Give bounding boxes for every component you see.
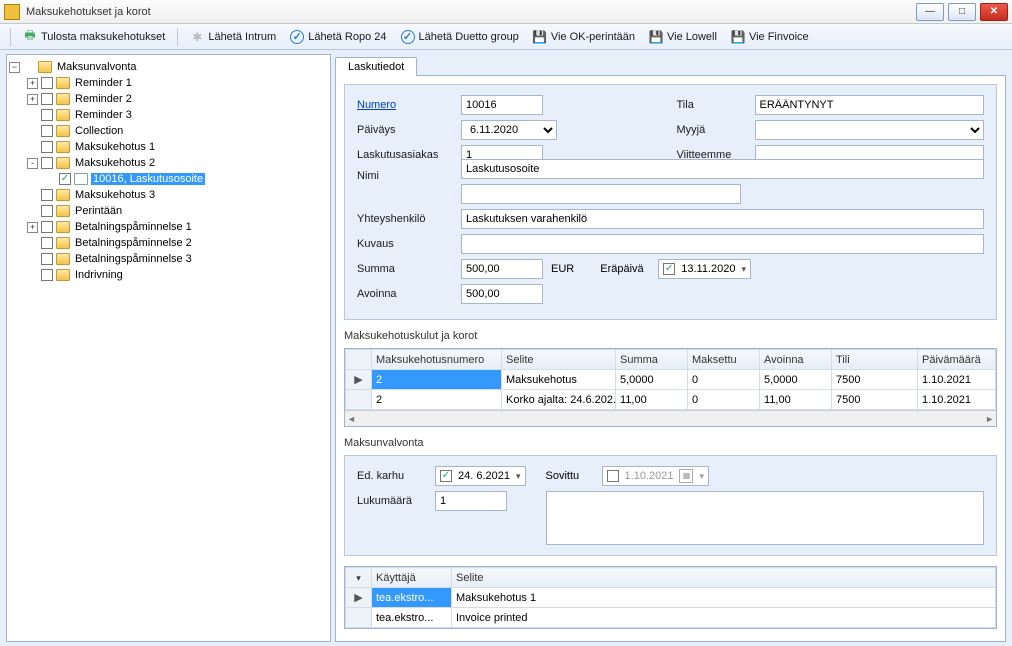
send-intrum-button[interactable]: Lähetä Intrum [184, 28, 282, 46]
table-row[interactable]: tea.ekstro...Invoice printed [346, 608, 996, 628]
mv-title: Maksunvalvonta [344, 437, 997, 449]
nimi-input[interactable] [461, 159, 984, 179]
sidebar-tree[interactable]: − Maksunvalvonta +Reminder 1+Reminder 2R… [6, 54, 331, 642]
tila-label: Tila [677, 99, 747, 111]
tila-input[interactable] [755, 95, 985, 115]
erapaiva-label: Eräpäivä [600, 263, 650, 275]
avoinna-label: Avoinna [357, 288, 453, 300]
lukumaara-label: Lukumäärä [357, 495, 427, 507]
currency-label: EUR [551, 263, 574, 275]
summa-label: Summa [357, 263, 453, 275]
costs-title: Maksukehotuskulut ja korot [344, 330, 997, 342]
myyja-label: Myyjä [677, 124, 747, 136]
summa-input[interactable] [461, 259, 543, 279]
table-row[interactable]: 2Korko ajalta: 24.6.202...11,00011,00750… [346, 390, 996, 410]
check-icon [401, 30, 415, 44]
export-ok-button[interactable]: Vie OK-perintään [527, 28, 641, 46]
maximize-button[interactable]: □ [948, 3, 976, 21]
export-lowell-button[interactable]: Vie Lowell [643, 28, 723, 46]
window-title: Maksukehotukset ja korot [26, 6, 916, 18]
check-icon [290, 30, 304, 44]
erapaiva-datepicker[interactable]: 13.11.2020▾ [658, 259, 751, 279]
app-icon [4, 4, 20, 20]
send-duetto-button[interactable]: Lähetä Duetto group [395, 28, 525, 46]
myyja-select[interactable] [755, 120, 985, 140]
sovittu-label: Sovittu [546, 470, 594, 482]
edkarhu-label: Ed. karhu [357, 470, 427, 482]
notes-textarea[interactable] [546, 491, 984, 545]
tree-item[interactable]: Betalningspåminnelse 3 [27, 251, 328, 267]
mv-group: Ed. karhu 24. 6.2021▾ Lukumäärä Sovittu … [344, 455, 997, 556]
nimi2-input[interactable] [461, 184, 741, 204]
kuvaus-label: Kuvaus [357, 238, 453, 250]
costs-grid[interactable]: MaksukehotusnumeroSeliteSummaMaksettuAvo… [344, 348, 997, 427]
minimize-button[interactable]: — [916, 3, 944, 21]
tree-item[interactable]: Collection [27, 123, 328, 139]
erapaiva-checkbox[interactable] [663, 263, 675, 275]
paivays-label: Päiväys [357, 124, 453, 136]
disk-icon [731, 30, 745, 44]
tree-item[interactable]: Perintään [27, 203, 328, 219]
tree-item[interactable]: Reminder 3 [27, 107, 328, 123]
export-finvoice-button[interactable]: Vie Finvoice [725, 28, 815, 46]
tree-item[interactable]: +Betalningspåminnelse 1 [27, 219, 328, 235]
tab-invoice[interactable]: Laskutiedot [335, 57, 417, 76]
tree-item[interactable]: Maksukehotus 3 [27, 187, 328, 203]
toolbar: Tulosta maksukehotukset Lähetä Intrum Lä… [0, 24, 1012, 50]
close-button[interactable]: ✕ [980, 3, 1008, 21]
print-reminders-button[interactable]: Tulosta maksukehotukset [17, 28, 171, 46]
nimi-label: Nimi [357, 170, 453, 182]
tree-root[interactable]: − Maksunvalvonta [9, 59, 328, 75]
log-grid[interactable]: KäyttäjäSelite ▶tea.ekstro...Maksukehotu… [344, 566, 997, 629]
tree-item[interactable]: +Reminder 2 [27, 91, 328, 107]
yhteyshenkilo-label: Yhteyshenkilö [357, 213, 453, 225]
tree-item[interactable]: Maksukehotus 1 [27, 139, 328, 155]
sort-icon[interactable] [346, 568, 372, 588]
lukumaara-input[interactable] [435, 491, 507, 511]
numero-label[interactable]: Numero [357, 99, 453, 111]
sovittu-datepicker[interactable]: 1.10.2021▦▾ [602, 466, 709, 486]
tabstrip: Laskutiedot [335, 54, 1006, 76]
avoinna-input[interactable] [461, 284, 543, 304]
chevron-down-icon: ▾ [741, 264, 746, 275]
edkarhu-datepicker[interactable]: 24. 6.2021▾ [435, 466, 526, 486]
edkarhu-checkbox[interactable] [440, 470, 452, 482]
tree-item[interactable]: Indrivning [27, 267, 328, 283]
print-icon [23, 30, 37, 44]
tree-item[interactable]: -Maksukehotus 2 [27, 155, 328, 171]
send-icon [190, 30, 204, 44]
numero-input[interactable] [461, 95, 543, 115]
sovittu-checkbox[interactable] [607, 470, 619, 482]
chevron-down-icon: ▾ [516, 471, 521, 482]
invoice-form: Numero Päiväys6.11.2020 Laskutusasiakas … [344, 84, 997, 320]
tree-item[interactable]: +Reminder 1 [27, 75, 328, 91]
tree-item-child[interactable]: 10016, Laskutusosoite [45, 171, 328, 187]
laskutusasiakas-label: Laskutusasiakas [357, 149, 453, 161]
table-row[interactable]: ▶2Maksukehotus5,000005,000075001.10.2021 [346, 370, 996, 390]
table-row[interactable]: ▶tea.ekstro...Maksukehotus 1 [346, 588, 996, 608]
title-bar: Maksukehotukset ja korot — □ ✕ [0, 0, 1012, 24]
calendar-icon: ▦ [679, 469, 693, 483]
disk-icon [649, 30, 663, 44]
h-scrollbar[interactable]: ◄► [345, 410, 996, 426]
send-ropo-button[interactable]: Lähetä Ropo 24 [284, 28, 392, 46]
disk-icon [533, 30, 547, 44]
tree-item[interactable]: Betalningspåminnelse 2 [27, 235, 328, 251]
paivays-select[interactable]: 6.11.2020 [461, 120, 557, 140]
kuvaus-input[interactable] [461, 234, 984, 254]
yhteyshenkilo-input[interactable] [461, 209, 984, 229]
